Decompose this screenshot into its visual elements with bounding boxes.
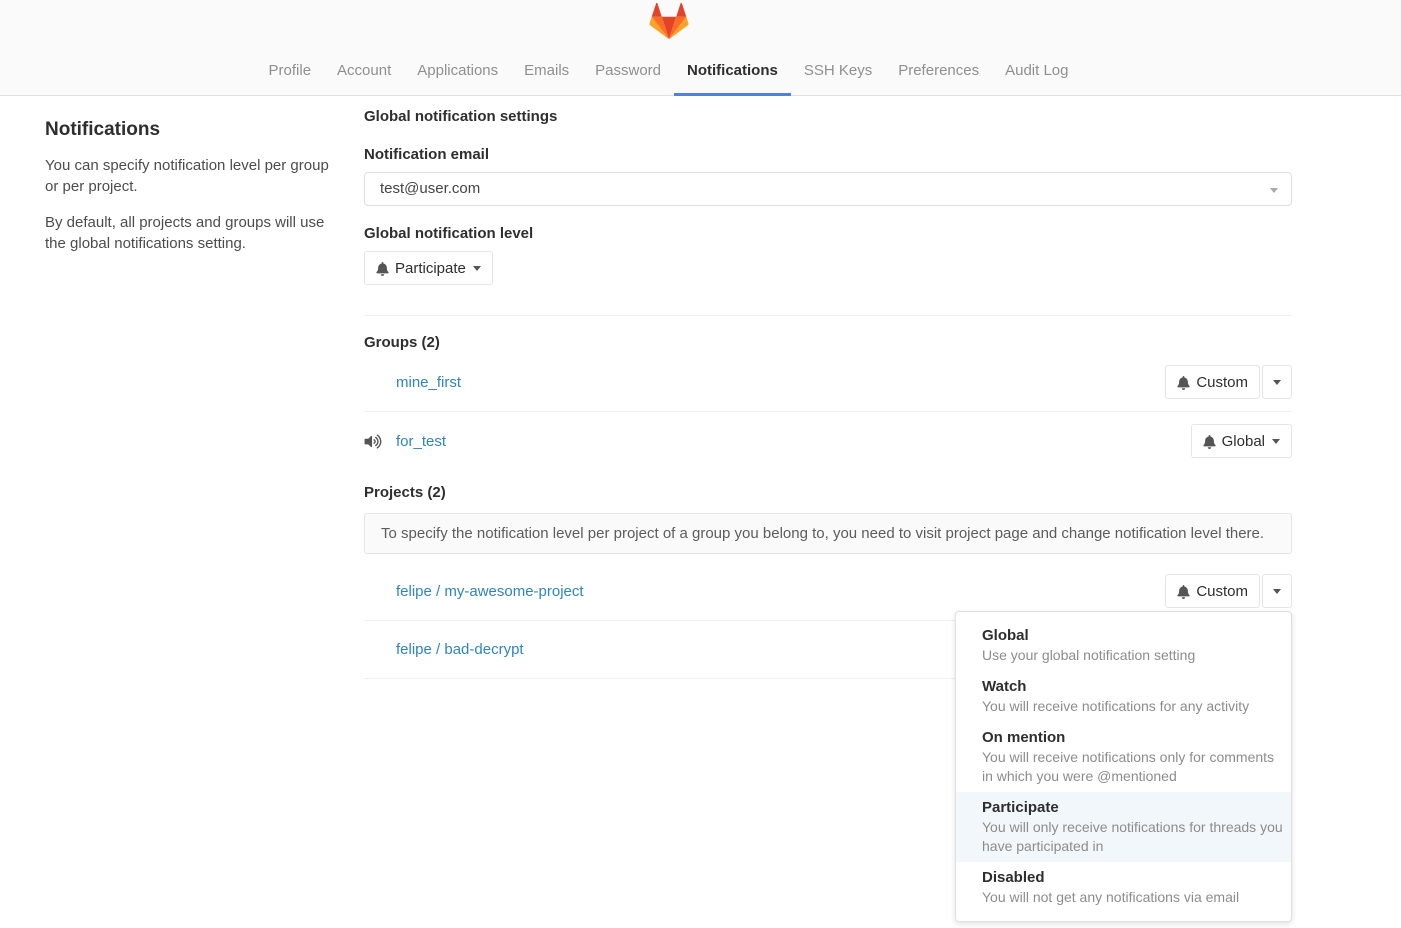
bell-icon bbox=[1177, 374, 1190, 391]
bell-icon bbox=[1177, 583, 1190, 600]
global-level-label: Global notification level bbox=[364, 225, 1292, 242]
group-level-label: Global bbox=[1222, 433, 1265, 450]
project-link-my-awesome-project[interactable]: felipe / my-awesome-project bbox=[396, 583, 584, 600]
tab-account[interactable]: Account bbox=[324, 50, 404, 96]
project-row-my-awesome-project: felipe / my-awesome-project Custom bbox=[364, 562, 1292, 621]
group-link-for-test[interactable]: for_test bbox=[396, 433, 446, 450]
volume-up-icon bbox=[364, 434, 396, 449]
notification-email-select[interactable]: test@user.com bbox=[364, 172, 1292, 206]
global-settings-title: Global notification settings bbox=[364, 108, 1292, 125]
bell-icon bbox=[1203, 433, 1216, 450]
project-level-label: Custom bbox=[1196, 583, 1248, 600]
dropdown-item-description: You will not get any notifications via e… bbox=[982, 888, 1283, 907]
group-link-mine-first[interactable]: mine_first bbox=[396, 374, 461, 391]
project-link-bad-decrypt[interactable]: felipe / bad-decrypt bbox=[396, 641, 524, 658]
bell-icon bbox=[376, 260, 389, 277]
caret-down-icon bbox=[1272, 439, 1280, 444]
header: Profile Account Applications Emails Pass… bbox=[0, 0, 1401, 96]
dropdown-item-description: You will receive notifications only for … bbox=[982, 748, 1283, 786]
dropdown-item-title: Global bbox=[982, 626, 1283, 646]
dropdown-item-watch[interactable]: Watch You will receive notifications for… bbox=[956, 671, 1291, 722]
caret-down-icon bbox=[1273, 380, 1281, 385]
tab-password[interactable]: Password bbox=[582, 50, 674, 96]
notification-settings-panel: Global notification settings Notificatio… bbox=[364, 96, 1292, 689]
global-level-button-label: Participate bbox=[395, 260, 466, 277]
profile-settings-nav: Profile Account Applications Emails Pass… bbox=[45, 50, 1292, 96]
group-level-caret-button[interactable] bbox=[1262, 365, 1292, 399]
groups-heading: Groups (2) bbox=[364, 334, 1292, 351]
gitlab-tanuki-icon bbox=[647, 0, 691, 40]
notification-level-dropdown: Global Use your global notification sett… bbox=[955, 611, 1292, 922]
caret-down-icon bbox=[1273, 589, 1281, 594]
dropdown-item-on-mention[interactable]: On mention You will receive notification… bbox=[956, 722, 1291, 792]
caret-down-icon bbox=[473, 266, 481, 271]
tab-audit-log[interactable]: Audit Log bbox=[992, 50, 1081, 96]
caret-down-icon bbox=[1270, 188, 1278, 193]
notification-email-value: test@user.com bbox=[380, 180, 480, 197]
group-level-button-group: Custom bbox=[1165, 365, 1292, 399]
divider bbox=[364, 315, 1292, 316]
page-title: Notifications bbox=[45, 119, 334, 141]
projects-heading: Projects (2) bbox=[364, 484, 1292, 501]
dropdown-item-description: You will receive notifications for any a… bbox=[982, 697, 1283, 716]
group-level-button-for-test[interactable]: Global bbox=[1191, 424, 1292, 458]
dropdown-item-global[interactable]: Global Use your global notification sett… bbox=[956, 620, 1291, 671]
tab-profile[interactable]: Profile bbox=[256, 50, 325, 96]
group-row-mine-first: mine_first Custom bbox=[364, 353, 1292, 412]
project-level-caret-button[interactable] bbox=[1262, 574, 1292, 608]
projects-notice: To specify the notification level per pr… bbox=[364, 513, 1292, 554]
dropdown-item-participate[interactable]: Participate You will only receive notifi… bbox=[956, 792, 1291, 862]
tab-ssh-keys[interactable]: SSH Keys bbox=[791, 50, 885, 96]
group-row-for-test: for_test Global bbox=[364, 412, 1292, 470]
header-inner: Profile Account Applications Emails Pass… bbox=[45, 0, 1292, 95]
dropdown-item-description: Use your global notification setting bbox=[982, 646, 1283, 665]
dropdown-item-description: You will only receive notifications for … bbox=[982, 818, 1283, 856]
dropdown-item-title: Watch bbox=[982, 677, 1283, 697]
tab-notifications[interactable]: Notifications bbox=[674, 50, 791, 96]
tab-emails[interactable]: Emails bbox=[511, 50, 582, 96]
groups-list: mine_first Custom bbox=[364, 353, 1292, 470]
dropdown-item-disabled[interactable]: Disabled You will not get any notificati… bbox=[956, 862, 1291, 913]
global-level-button[interactable]: Participate bbox=[364, 251, 493, 285]
gitlab-logo[interactable] bbox=[647, 0, 691, 40]
sidebar-description-2: By default, all projects and groups will… bbox=[45, 212, 334, 254]
group-level-label: Custom bbox=[1196, 374, 1248, 391]
dropdown-item-title: On mention bbox=[982, 728, 1283, 748]
sidebar: Notifications You can specify notificati… bbox=[45, 96, 364, 269]
dropdown-item-title: Disabled bbox=[982, 868, 1283, 888]
tab-applications[interactable]: Applications bbox=[404, 50, 511, 96]
notification-email-label: Notification email bbox=[364, 146, 1292, 163]
projects-list: felipe / my-awesome-project Custom bbox=[364, 562, 1292, 679]
project-level-button-my-awesome-project[interactable]: Custom bbox=[1165, 574, 1260, 608]
tab-preferences[interactable]: Preferences bbox=[885, 50, 992, 96]
dropdown-item-title: Participate bbox=[982, 798, 1283, 818]
project-level-button-group: Custom Global Use your global notificati… bbox=[1165, 574, 1292, 608]
group-level-button-mine-first[interactable]: Custom bbox=[1165, 365, 1260, 399]
content: Notifications You can specify notificati… bbox=[45, 96, 1292, 689]
sidebar-description-1: You can specify notification level per g… bbox=[45, 155, 334, 197]
